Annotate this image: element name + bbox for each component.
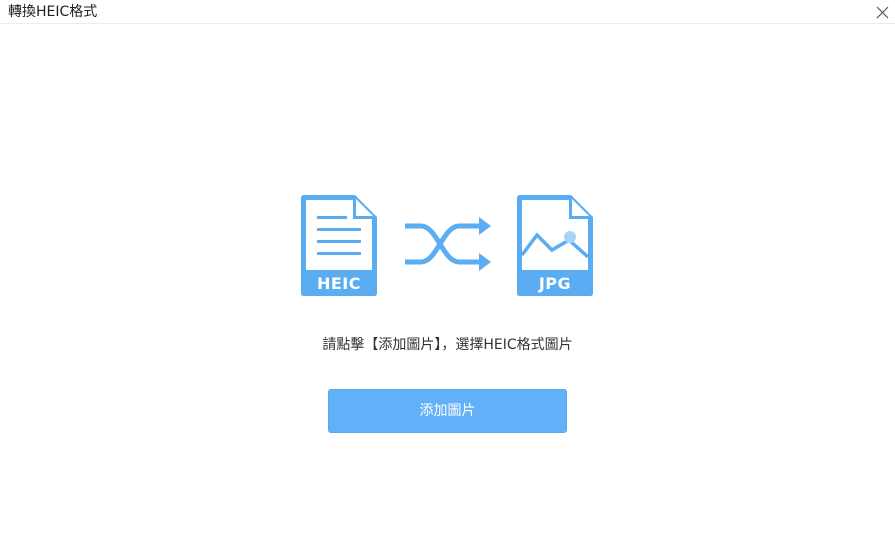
heic-converter-window: 轉換HEIC格式 HEIC JPG 請點擊【添加圖片】，選擇HEIC格式圖片 添… [0, 0, 895, 557]
window-title: 轉換HEIC格式 [8, 4, 98, 20]
add-image-button[interactable]: 添加圖片 [328, 389, 567, 433]
close-button[interactable] [873, 2, 893, 22]
jpg-label: JPG [538, 274, 572, 293]
jpg-file-icon: JPG [517, 195, 595, 296]
title-bar: 轉換HEIC格式 [0, 0, 895, 24]
shuffle-arrows-icon [405, 217, 491, 271]
close-icon [876, 6, 889, 19]
heic-file-icon: HEIC [301, 195, 379, 296]
heic-label: HEIC [316, 274, 361, 293]
convert-arrows [401, 213, 493, 275]
conversion-illustration: HEIC JPG [300, 195, 600, 299]
instruction-text: 請點擊【添加圖片】，選擇HEIC格式圖片 [322, 337, 573, 353]
